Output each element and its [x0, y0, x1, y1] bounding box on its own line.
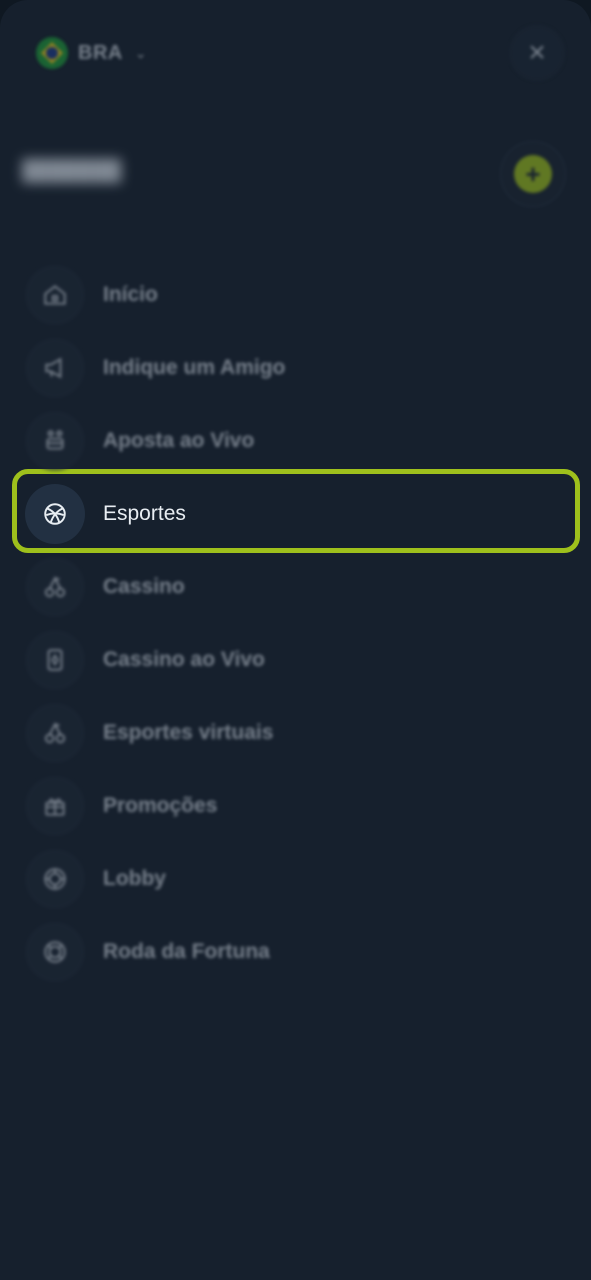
menu-item-esportes[interactable]: Esportes — [0, 477, 591, 550]
plus-icon: + — [514, 155, 552, 193]
menu-item-label: Cassino — [103, 574, 185, 598]
menu-item-label: Cassino ao Vivo — [103, 647, 265, 671]
menu-item-inicio[interactable]: Início — [0, 258, 591, 331]
menu-item-label: Esportes virtuais — [103, 720, 274, 744]
side-drawer: BRA ⌄ × ███████ + Início Indique um Amig… — [0, 0, 591, 1280]
menu-item-lobby[interactable]: Lobby — [0, 842, 591, 915]
wheel-icon — [25, 921, 85, 982]
menu-item-roda-da-fortuna[interactable]: Roda da Fortuna — [0, 915, 591, 988]
ball-icon — [25, 483, 85, 544]
menu-item-esportes-virtuais[interactable]: Esportes virtuais — [0, 696, 591, 769]
live-bet-icon — [25, 410, 85, 471]
menu-item-label: Roda da Fortuna — [103, 939, 270, 963]
menu-item-cassino-ao-vivo[interactable]: Cassino ao Vivo — [0, 623, 591, 696]
chip-icon — [25, 848, 85, 909]
home-icon — [25, 264, 85, 325]
main-menu: Início Indique um Amigo Aposta ao Vivo E… — [0, 258, 591, 988]
close-button[interactable]: × — [509, 25, 565, 81]
add-funds-button[interactable]: + — [500, 141, 566, 207]
menu-item-label: Aposta ao Vivo — [103, 428, 255, 452]
language-selector[interactable]: BRA ⌄ — [36, 36, 147, 70]
menu-item-promocoes[interactable]: Promoções — [0, 769, 591, 842]
megaphone-icon — [25, 337, 85, 398]
menu-item-label: Esportes — [103, 501, 186, 525]
menu-item-label: Promoções — [103, 793, 218, 817]
username: ███████ — [22, 160, 122, 182]
close-icon: × — [528, 36, 546, 69]
menu-item-label: Início — [103, 282, 158, 306]
chevron-down-icon: ⌄ — [134, 44, 147, 61]
menu-item-cassino[interactable]: Cassino — [0, 550, 591, 623]
cherries-icon — [25, 556, 85, 617]
menu-item-aposta-ao-vivo[interactable]: Aposta ao Vivo — [0, 404, 591, 477]
menu-item-label: Lobby — [103, 866, 166, 890]
brazil-flag-icon — [36, 37, 68, 69]
card-icon — [25, 629, 85, 690]
gift-icon — [25, 775, 85, 836]
menu-item-indique-amigo[interactable]: Indique um Amigo — [0, 331, 591, 404]
menu-item-label: Indique um Amigo — [103, 355, 286, 379]
language-code: BRA — [78, 41, 123, 64]
cherries-icon — [25, 702, 85, 763]
